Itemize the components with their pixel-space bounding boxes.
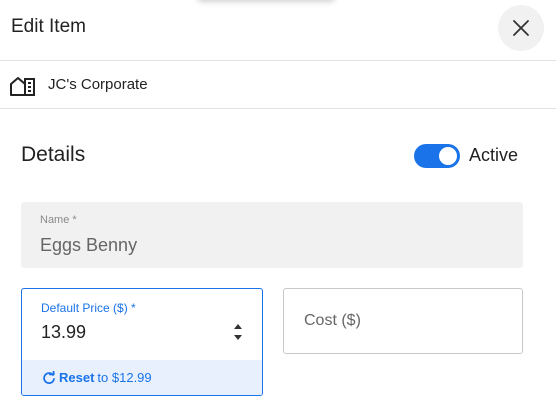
active-label: Active bbox=[469, 145, 519, 165]
details-heading: Details bbox=[21, 143, 86, 166]
reset-price-button[interactable]: Reset to $12.99 bbox=[42, 370, 152, 385]
close-icon bbox=[513, 20, 529, 36]
name-field-label: Name * bbox=[40, 214, 77, 226]
dialog-header: Edit Item bbox=[0, 0, 556, 61]
location-bar: JC's Corporate bbox=[0, 61, 556, 109]
close-button[interactable] bbox=[498, 5, 544, 51]
refresh-icon bbox=[43, 370, 55, 384]
active-toggle[interactable] bbox=[414, 144, 460, 168]
reset-bar: Reset to $12.99 bbox=[22, 360, 262, 395]
default-price-value: 13.99 bbox=[41, 322, 87, 342]
name-field[interactable]: Name * Eggs Benny bbox=[21, 202, 523, 268]
dialog-title: Edit Item bbox=[11, 16, 86, 37]
reset-label: Reset bbox=[59, 370, 95, 385]
default-price-label: Default Price ($) * bbox=[41, 301, 136, 315]
default-price-field[interactable]: Default Price ($) * 13.99 Reset to $12.9… bbox=[21, 288, 263, 396]
reset-suffix: to $12.99 bbox=[97, 370, 152, 385]
cost-placeholder: Cost ($) bbox=[304, 312, 361, 329]
price-stepper[interactable] bbox=[232, 321, 244, 343]
building-icon bbox=[10, 77, 35, 96]
toggle-knob bbox=[439, 147, 457, 165]
location-name: JC's Corporate bbox=[48, 76, 148, 93]
cost-field[interactable]: Cost ($) bbox=[283, 288, 523, 354]
name-field-value: Eggs Benny bbox=[40, 235, 138, 255]
